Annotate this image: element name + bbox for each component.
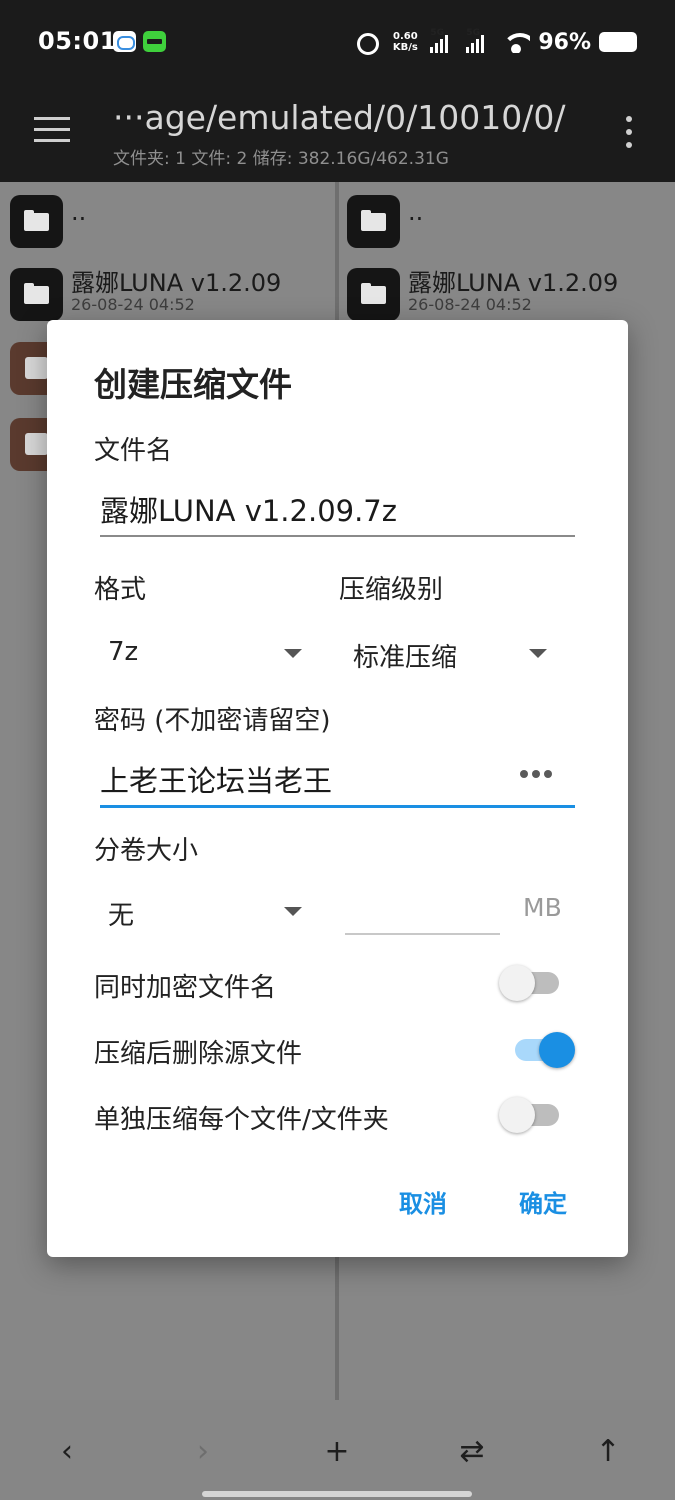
compression-level-label: 压缩级别 xyxy=(339,575,444,605)
volume-size-unit: MB xyxy=(523,893,562,922)
folder-icon xyxy=(347,268,400,321)
volume-size-label: 分卷大小 xyxy=(94,836,199,866)
back-icon[interactable]: ‹ xyxy=(47,1432,87,1472)
item-name: 露娜LUNA v1.2.09 xyxy=(408,269,619,297)
menu-icon[interactable] xyxy=(34,117,70,143)
folder-icon xyxy=(10,195,63,248)
app-bar: ···age/emulated/0/10010/0/ 文件夹: 1 文件: 2 … xyxy=(0,84,675,182)
more-options-icon[interactable] xyxy=(624,114,634,150)
up-directory-icon[interactable]: ↑ xyxy=(588,1432,628,1472)
list-item[interactable]: 露娜LUNA v1.2.09 26-08-24 04:52 xyxy=(10,268,330,328)
bottom-nav: ‹ › + ⇄ ↑ xyxy=(0,1400,675,1500)
delete-source-toggle[interactable] xyxy=(511,1032,575,1068)
volume-size-value: 无 xyxy=(108,901,135,931)
compression-level-value: 标准压缩 xyxy=(353,643,458,673)
format-select[interactable]: 7z xyxy=(100,629,305,679)
option-label: 单独压缩每个文件/文件夹 xyxy=(94,1105,389,1135)
add-icon[interactable]: + xyxy=(317,1432,357,1472)
list-item-parent[interactable]: .. xyxy=(347,195,667,255)
signal-2-label: 5G xyxy=(466,28,480,38)
parent-dir-label: .. xyxy=(71,198,87,226)
filename-input[interactable] xyxy=(100,482,575,537)
wifi-icon xyxy=(502,31,531,53)
password-label: 密码 (不加密请留空) xyxy=(94,706,331,736)
current-path: ···age/emulated/0/10010/0/ xyxy=(113,98,566,137)
password-input[interactable] xyxy=(100,753,575,808)
signal-icon-1: 5G xyxy=(430,28,458,53)
create-archive-dialog: 创建压缩文件 文件名 格式 压缩级别 7z 标准压缩 密码 (不加密请留空) 分… xyxy=(47,320,628,1257)
volume-size-select[interactable]: 无 xyxy=(100,887,305,937)
cloud-app-icon xyxy=(113,31,136,52)
filename-label: 文件名 xyxy=(94,436,173,466)
signal-1-label: 5G xyxy=(430,28,444,38)
volume-size-input[interactable] xyxy=(345,885,500,935)
status-bar: 05:01 0.60 KB/s 5G 5G 96% xyxy=(0,0,675,84)
storage-summary: 文件夹: 1 文件: 2 储存: 382.16G/462.31G xyxy=(113,149,449,169)
app-notification-icon xyxy=(143,31,166,52)
format-value: 7z xyxy=(108,637,139,667)
item-date: 26-08-24 04:52 xyxy=(71,295,195,314)
show-password-icon[interactable] xyxy=(520,767,556,781)
swap-panels-icon[interactable]: ⇄ xyxy=(452,1432,492,1472)
compression-level-select[interactable]: 标准压缩 xyxy=(345,629,555,679)
option-label: 压缩后删除源文件 xyxy=(94,1039,303,1069)
network-speed-unit: KB/s xyxy=(392,42,418,53)
alarm-icon xyxy=(354,29,380,55)
compress-separately-toggle[interactable] xyxy=(499,1097,563,1133)
item-name: 露娜LUNA v1.2.09 xyxy=(71,269,282,297)
chevron-down-icon xyxy=(284,907,302,916)
folder-icon xyxy=(10,268,63,321)
chevron-down-icon xyxy=(529,649,547,658)
signal-icon-2: 5G xyxy=(466,28,494,53)
parent-dir-label: .. xyxy=(408,198,424,226)
home-indicator[interactable] xyxy=(202,1491,472,1497)
status-time: 05:01 xyxy=(38,27,117,55)
chevron-down-icon xyxy=(284,649,302,658)
list-item-parent[interactable]: .. xyxy=(10,195,330,255)
item-date: 26-08-24 04:52 xyxy=(408,295,532,314)
battery-percent: 96% xyxy=(538,29,591,55)
status-right: 0.60 KB/s 5G 5G 96% xyxy=(354,26,637,58)
list-item[interactable]: 露娜LUNA v1.2.09 26-08-24 04:52 xyxy=(347,268,667,328)
format-label: 格式 xyxy=(94,575,147,605)
forward-icon[interactable]: › xyxy=(183,1432,223,1472)
dialog-title: 创建压缩文件 xyxy=(94,365,292,404)
encrypt-filenames-toggle[interactable] xyxy=(499,965,563,1001)
option-label: 同时加密文件名 xyxy=(94,973,277,1003)
network-speed: 0.60 KB/s xyxy=(388,31,422,53)
network-speed-value: 0.60 xyxy=(392,31,418,42)
ok-button[interactable]: 确定 xyxy=(519,1184,567,1219)
folder-icon xyxy=(347,195,400,248)
battery-icon xyxy=(599,32,637,52)
cancel-button[interactable]: 取消 xyxy=(399,1184,447,1219)
